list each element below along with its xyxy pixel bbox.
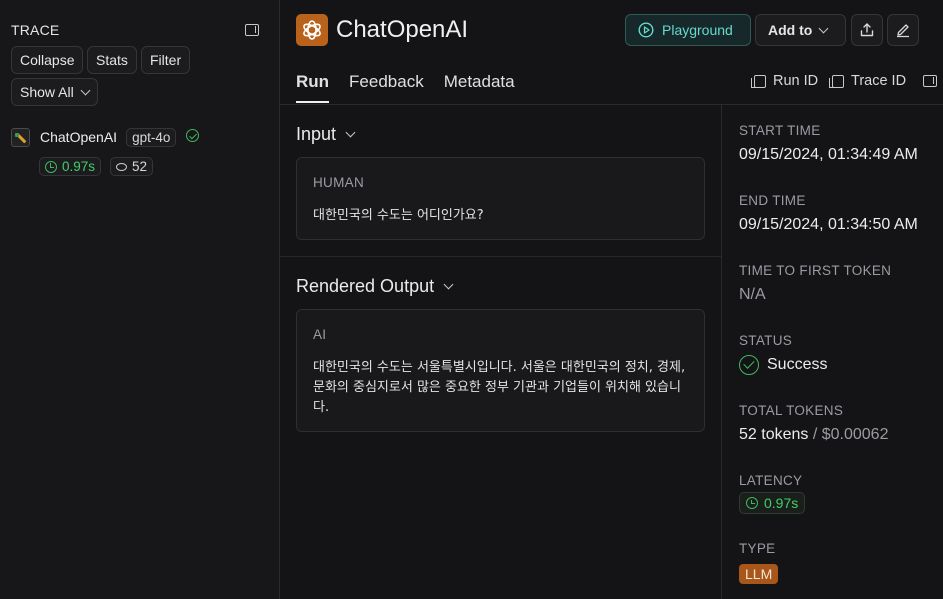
chevron-down-icon (80, 85, 91, 95)
end-time-label: END TIME (739, 193, 806, 208)
status-label: STATUS (739, 333, 793, 348)
output-role: AI (313, 327, 327, 342)
run-name: ChatOpenAI (40, 129, 118, 145)
output-line: 다. (313, 400, 330, 415)
latency-value: 0.97s (62, 159, 96, 174)
share-icon (860, 23, 874, 37)
input-section-toggle[interactable]: Input (296, 124, 356, 145)
playground-button[interactable]: Playground (625, 14, 751, 46)
latency-label: LATENCY (739, 473, 803, 488)
output-title: Rendered Output (296, 276, 435, 296)
ttft-label: TIME TO FIRST TOKEN (739, 263, 892, 278)
copy-trace-id-button[interactable]: Trace ID (829, 73, 907, 89)
tokens-tag: 52 (110, 157, 154, 176)
tokens-cost: / $0.00062 (812, 426, 889, 443)
input-text: 대한민국의 수도는 어디인가요? (313, 208, 484, 223)
copy-icon (829, 74, 844, 88)
trace-sidebar: TRACE Collapse Stats Filter Show All Cha… (0, 0, 280, 599)
trace-id-label: Trace ID (851, 73, 907, 89)
check-circle-icon (739, 355, 759, 375)
coins-icon (116, 162, 127, 171)
run-id-label: Run ID (773, 73, 819, 89)
run-tree-item[interactable]: ChatOpenAI gpt-4o (11, 126, 200, 148)
tokens-count: 52 tokens (739, 426, 809, 443)
input-message: HUMAN 대한민국의 수도는 어디인가요? (296, 157, 705, 240)
edit-icon (897, 24, 909, 38)
panel-toggle-icon[interactable] (245, 24, 259, 36)
input-title: Input (296, 124, 337, 144)
type-badge: LLM (739, 564, 779, 584)
status-text: Success (767, 356, 828, 373)
chevron-down-icon (345, 127, 356, 138)
clock-icon (45, 160, 57, 173)
tab-metadata[interactable]: Metadata (444, 72, 515, 103)
tab-bar: Run Feedback Metadata (296, 72, 515, 103)
clock-icon (746, 497, 758, 509)
share-button[interactable] (851, 14, 883, 46)
start-time-value: 09/15/2024, 01:34:49 AM (739, 146, 918, 163)
tokens-value: 52 tokens / $0.00062 (739, 426, 888, 444)
copy-icon (751, 74, 766, 88)
output-line: 대한민국의 수도는 서울특별시입니다. 서울은 대한민국의 정치, 경제, (313, 360, 686, 375)
latency-tag: 0.97s (39, 157, 102, 176)
tab-run[interactable]: Run (296, 72, 330, 103)
section-divider (280, 256, 721, 257)
edit-button[interactable] (887, 14, 919, 46)
model-tag: gpt-4o (126, 127, 177, 147)
filter-button[interactable]: Filter (141, 46, 191, 74)
tab-feedback[interactable]: Feedback (349, 72, 424, 103)
collapse-button[interactable]: Collapse (11, 46, 84, 74)
add-to-dropdown[interactable]: Add to (755, 14, 846, 46)
output-line: 문화의 중심지로서 많은 중요한 정부 기관과 기업들이 위치해 있습니 (313, 380, 681, 395)
input-role: HUMAN (313, 175, 364, 190)
latency-value: 0.97s (764, 495, 799, 511)
check-circle-icon (186, 129, 200, 142)
latency-badge: 0.97s (739, 492, 806, 514)
end-time-value: 09/15/2024, 01:34:50 AM (739, 216, 918, 233)
llm-run-icon (11, 127, 30, 147)
output-text: 대한민국의 수도는 서울특별시입니다. 서울은 대한민국의 정치, 경제, 문화… (313, 358, 698, 418)
add-to-label: Add to (768, 22, 813, 38)
openai-logo (296, 14, 328, 46)
type-label: TYPE (739, 541, 776, 556)
status-value: Success (739, 355, 827, 375)
page-title: ChatOpenAI (336, 16, 469, 43)
output-message: AI 대한민국의 수도는 서울특별시입니다. 서울은 대한민국의 정치, 경제,… (296, 309, 705, 432)
metadata-panel: START TIME 09/15/2024, 01:34:49 AM END T… (721, 105, 943, 599)
tokens-value: 52 (132, 159, 148, 174)
play-icon (638, 22, 654, 38)
playground-label: Playground (662, 22, 733, 38)
ttft-value: N/A (739, 286, 766, 303)
copy-run-id-button[interactable]: Run ID (751, 73, 819, 89)
start-time-label: START TIME (739, 123, 821, 138)
panel-toggle-icon[interactable] (923, 75, 937, 87)
show-all-dropdown[interactable]: Show All (11, 78, 98, 106)
stats-button[interactable]: Stats (87, 46, 137, 74)
run-detail: ChatOpenAI Playground Add to Run Feedbac… (280, 0, 943, 599)
chevron-down-icon (818, 23, 829, 33)
show-all-label: Show All (20, 84, 74, 100)
chevron-down-icon (443, 279, 454, 290)
trace-title: TRACE (11, 22, 60, 38)
tokens-label: TOTAL TOKENS (739, 403, 844, 418)
output-section-toggle[interactable]: Rendered Output (296, 276, 454, 297)
